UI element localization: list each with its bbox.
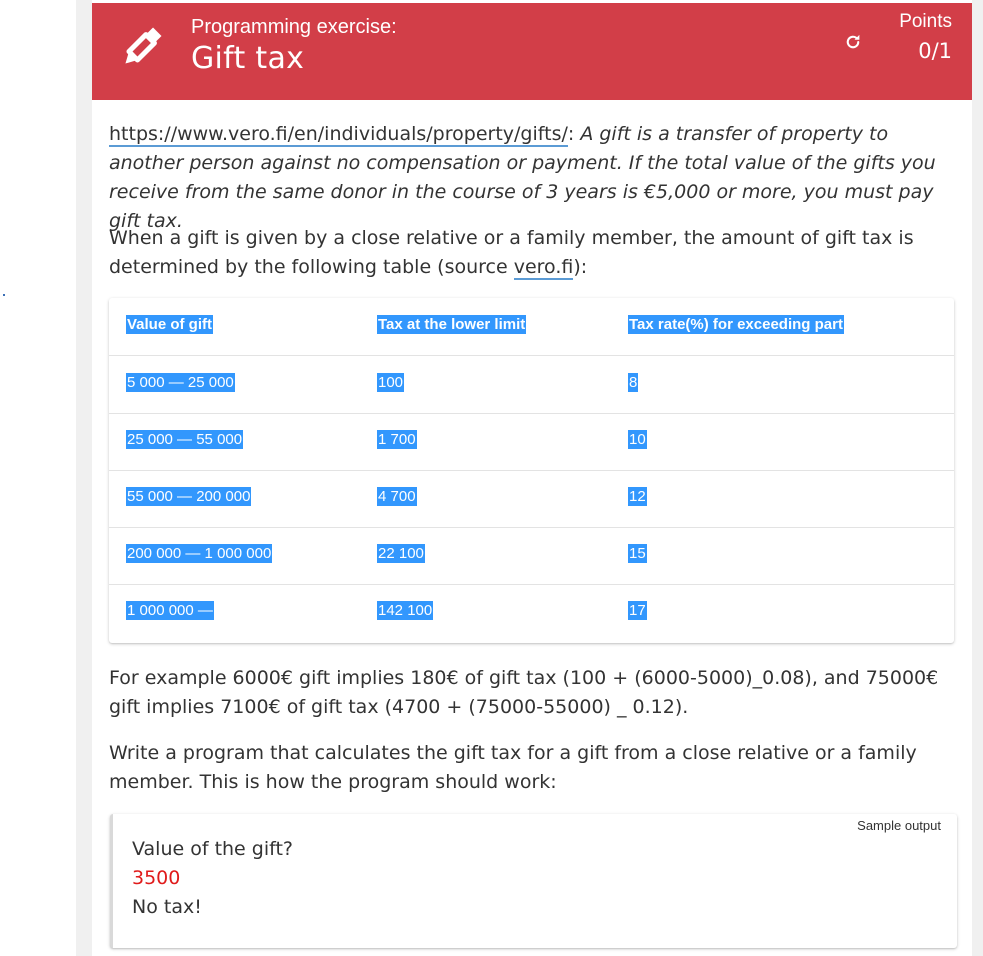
cell-value: 1 000 000 — — [126, 601, 214, 620]
points-label: Points — [899, 11, 952, 32]
relative-text-before: When a gift is given by a close relative… — [109, 227, 914, 278]
points-value: 0/1 — [918, 39, 952, 63]
exercise-card: Programming exercise: Gift tax Points 0/… — [92, 0, 972, 956]
exercise-header: Programming exercise: Gift tax Points 0/… — [92, 3, 972, 100]
table-cell: 17 — [628, 601, 647, 620]
cell-value: 200 000 — 1 000 000 — [126, 544, 273, 563]
table-row: 1 000 000 — 142 100 17 — [109, 584, 954, 641]
vero-gifts-link[interactable]: https://www.vero.fi/en/individuals/prope… — [109, 123, 568, 147]
cell-tax: 22 100 — [377, 544, 425, 563]
table-cell: 100 — [377, 373, 405, 392]
relative-paragraph: When a gift is given by a close relative… — [109, 224, 955, 282]
table-cell: 142 100 — [377, 601, 434, 620]
header-cell: Tax at the lower limit — [377, 315, 527, 334]
sample-output-box: Sample output Value of the gift? 3500 No… — [110, 814, 957, 948]
cell-rate: 15 — [628, 544, 647, 563]
table-row: 25 000 — 55 000 1 700 10 — [109, 413, 954, 471]
cell-tax: 1 700 — [377, 430, 417, 449]
header-tax-rate: Tax rate(%) for exceeding part — [628, 315, 844, 334]
header-tax-lower-limit: Tax at the lower limit — [377, 315, 527, 334]
table-header-row: Value of gift Tax at the lower limit Tax… — [109, 298, 954, 356]
intro-paragraph: https://www.vero.fi/en/individuals/prope… — [109, 120, 955, 236]
sample-user-input: 3500 — [132, 867, 181, 889]
page-left-margin — [0, 0, 76, 956]
table-cell: 5 000 — 25 000 — [126, 373, 235, 392]
cell-value: 25 000 — 55 000 — [126, 430, 244, 449]
exercise-type-label: Programming exercise: — [191, 16, 397, 38]
sample-output-result: No tax! — [132, 896, 202, 918]
cell-value: 55 000 — 200 000 — [126, 487, 252, 506]
table-cell: 200 000 — 1 000 000 — [126, 544, 273, 563]
table-row: 55 000 — 200 000 4 700 12 — [109, 470, 954, 528]
example-paragraph: For example 6000€ gift implies 180€ of g… — [109, 667, 939, 718]
cell-tax: 4 700 — [377, 487, 417, 506]
table-cell: 1 700 — [377, 430, 417, 449]
header-value-of-gift: Value of gift — [126, 315, 214, 334]
page-background-strip — [76, 0, 92, 956]
gift-tax-table: Value of gift Tax at the lower limit Tax… — [109, 298, 954, 643]
cell-tax: 100 — [377, 373, 405, 392]
page-background-strip-right — [972, 0, 983, 956]
sample-output-prompt: Value of the gift? — [132, 838, 294, 860]
cell-rate: 17 — [628, 601, 647, 620]
header-cell: Value of gift — [126, 315, 214, 334]
cell-rate: 12 — [628, 487, 647, 506]
table-row: 5 000 — 25 000 100 8 — [109, 356, 954, 414]
pencil-icon — [125, 27, 162, 64]
table-cell: 15 — [628, 544, 647, 563]
table-row: 200 000 — 1 000 000 22 100 15 — [109, 527, 954, 585]
cell-tax: 142 100 — [377, 601, 434, 620]
header-cell: Tax rate(%) for exceeding part — [628, 315, 844, 334]
cell-rate: 8 — [628, 373, 639, 392]
table-cell: 12 — [628, 487, 647, 506]
stray-dot — [3, 294, 5, 296]
table-cell: 22 100 — [377, 544, 425, 563]
table-cell: 25 000 — 55 000 — [126, 430, 244, 449]
table-cell: 55 000 — 200 000 — [126, 487, 252, 506]
cell-rate: 10 — [628, 430, 647, 449]
cell-value: 5 000 — 25 000 — [126, 373, 235, 392]
task-paragraph: Write a program that calculates the gift… — [109, 742, 917, 793]
table-cell: 1 000 000 — — [126, 601, 214, 620]
relative-text-after: ): — [573, 256, 588, 278]
exercise-title: Gift tax — [191, 41, 305, 76]
sample-output-label: Sample output — [857, 818, 941, 833]
table-cell: 8 — [628, 373, 639, 392]
table-cell: 10 — [628, 430, 647, 449]
table-cell: 4 700 — [377, 487, 417, 506]
vero-fi-link[interactable]: vero.fi — [513, 256, 574, 280]
reload-icon[interactable] — [844, 33, 862, 51]
